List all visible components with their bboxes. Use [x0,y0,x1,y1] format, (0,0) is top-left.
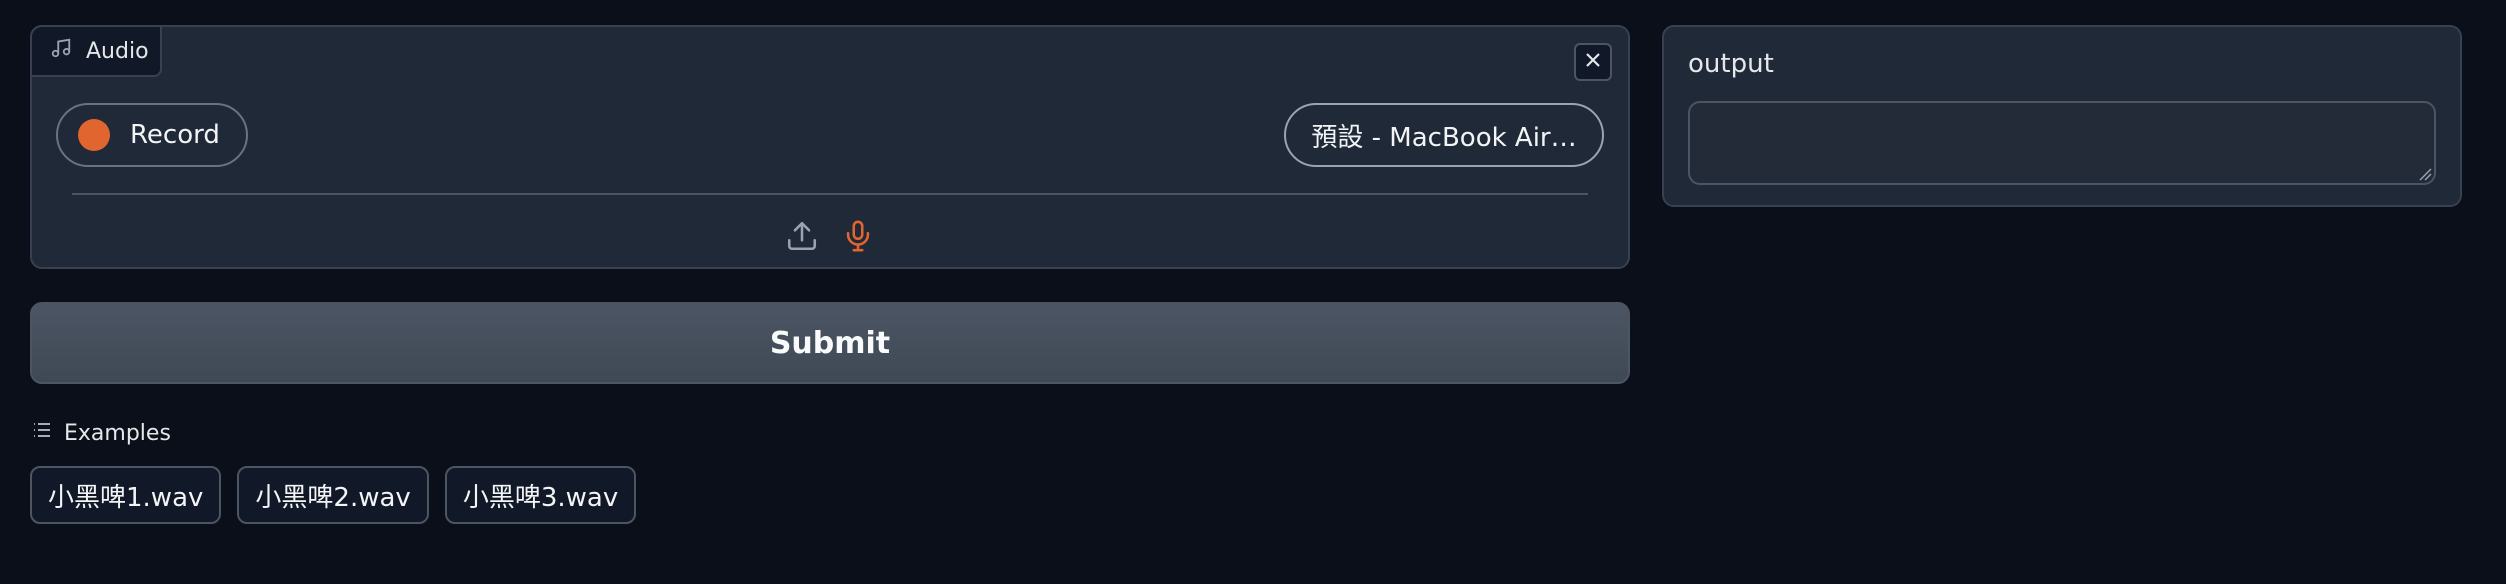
examples-list: 小黑啤1.wav 小黑啤2.wav 小黑啤3.wav [30,466,637,524]
audio-input-panel: Audio Record 預設 - MacBook Air… [30,25,1630,269]
record-button[interactable]: Record [56,103,248,167]
input-device-select[interactable]: 預設 - MacBook Air… [1284,103,1604,167]
music-note-icon [50,37,72,65]
list-icon [32,420,52,446]
submit-button[interactable]: Submit [30,302,1630,384]
audio-label-tab: Audio [30,25,162,77]
output-textbox[interactable] [1688,101,2436,185]
audio-source-selector [32,217,1628,255]
output-label: output [1688,49,1774,79]
examples-title: Examples [64,420,171,446]
example-item[interactable]: 小黑啤2.wav [237,466,429,524]
output-panel: output [1662,25,2462,207]
upload-icon[interactable] [783,217,821,255]
record-label: Record [130,120,220,150]
clear-audio-button[interactable] [1574,43,1612,81]
microphone-icon[interactable] [839,217,877,255]
close-icon [1583,50,1603,74]
input-device-value: 預設 - MacBook Air… [1311,122,1577,153]
record-dot-icon [78,119,110,151]
example-item[interactable]: 小黑啤3.wav [444,466,637,524]
examples-header: Examples [32,420,171,446]
audio-label: Audio [86,38,149,64]
example-item[interactable]: 小黑啤1.wav [30,466,222,524]
divider [72,193,1588,195]
resize-handle-icon[interactable] [2418,167,2432,181]
